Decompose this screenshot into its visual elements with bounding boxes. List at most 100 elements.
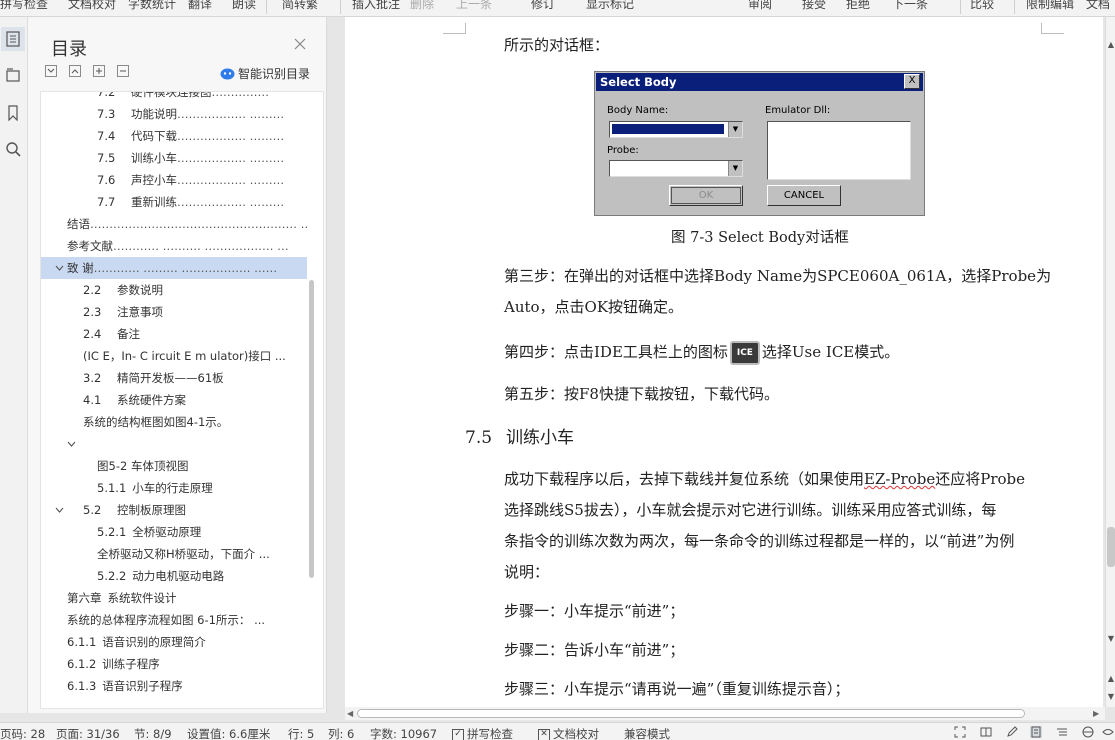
toc-item-number: 2.3 [83, 301, 111, 323]
toc-item[interactable]: (IC E，In- C ircuit E m ulator)接口 ... [41, 345, 307, 367]
chevron-down-icon[interactable] [55, 499, 64, 521]
toc-item-number: 7.7 [97, 191, 125, 213]
toc-item-label: (IC E，In- C ircuit E m ulator)接口 ... [83, 349, 286, 363]
toc-item[interactable]: 6.1.2训练子程序 [41, 653, 307, 675]
scroll-down-icon[interactable]: ▼ [1106, 633, 1115, 645]
ribbon-restrict-edit[interactable]: 限制编辑 [1026, 0, 1074, 12]
status-page[interactable]: 页面: 31/36 [56, 726, 120, 740]
toc-item-label: 训练小车 [131, 151, 177, 165]
status-bar: 页码: 28 页面: 31/36 节: 8/9 设置值: 6.6厘米 行: 5 … [0, 722, 1115, 740]
ribbon-spell-check[interactable]: 拼写检查 [0, 0, 48, 12]
toc-item[interactable]: 5.2控制板原理图 [41, 499, 307, 521]
ribbon-word-count[interactable]: 字数统计 [128, 0, 176, 12]
scroll-right-icon[interactable]: ▶ [1093, 707, 1099, 720]
figure-caption: 图 7-3 Select Body对话框 [671, 226, 849, 247]
toc-item[interactable]: 全桥驱动又称H桥驱动，下面介 ... [41, 543, 307, 565]
toc-item[interactable]: 7.6声控小车……………… ……… [41, 169, 307, 191]
left-nav-bar [0, 17, 28, 713]
page-view-icon[interactable] [1030, 726, 1042, 738]
toc-item[interactable]: 结语……………………………………………… … [41, 213, 307, 235]
toc-item[interactable]: 2.2参数说明 [41, 279, 307, 301]
ribbon-delete[interactable]: 删除 [410, 0, 434, 12]
emulator-dll-list [767, 121, 911, 180]
toc-item[interactable]: 7.5训练小车……………… ……… [41, 147, 307, 169]
toc-item[interactable]: 6.1.1语音识别的原理简介 [41, 631, 307, 653]
web-view-icon[interactable] [1082, 726, 1094, 738]
toc-item[interactable]: 7.7重新训练……………… ……… [41, 191, 307, 213]
toc-item[interactable]: 第六章系统软件设计 [41, 587, 307, 609]
ribbon-show-marks[interactable]: 显示标记 [586, 0, 634, 12]
prev-page-icon[interactable]: ▲ [1106, 673, 1115, 685]
toc-item[interactable]: 5.1.1小车的行走原理 [41, 477, 307, 499]
toc-item[interactable] [41, 433, 307, 455]
ribbon-insert-comment[interactable]: 插入批注 [352, 0, 400, 12]
smart-toc-button[interactable]: 智能识别目录 [220, 65, 310, 82]
toc-item-label: 图5-2 车体顶视图 [97, 459, 188, 473]
status-words[interactable]: 字数: 10967 [370, 726, 437, 740]
step-one: 步骤一：小车提示“前进”； [504, 600, 684, 621]
chevron-down-icon[interactable] [67, 433, 76, 455]
next-page-icon[interactable]: ▼ [1106, 691, 1115, 703]
ribbon-review[interactable]: 审阅 [748, 0, 772, 12]
toc-scrollbar[interactable] [309, 280, 314, 578]
toc-item[interactable]: 5.2.2动力电机驱动电路 [41, 565, 307, 587]
fullscreen-icon[interactable] [954, 726, 966, 738]
scroll-thumb[interactable] [1107, 527, 1115, 567]
ribbon-accept[interactable]: 接受 [802, 0, 826, 12]
expand-up-icon[interactable] [69, 65, 81, 77]
toc-item[interactable]: 系统的结构框图如图4-1示。 [41, 411, 307, 433]
outline-icon[interactable] [1, 63, 25, 87]
toc-item-number: 7.6 [97, 169, 125, 191]
document-page: 所示的对话框： Select Body X Body Name: ▼ Probe… [345, 17, 1103, 707]
close-icon[interactable] [293, 37, 307, 51]
ribbon-compare[interactable]: 比较 [970, 0, 994, 12]
toc-item[interactable]: 图5-2 车体顶视图 [41, 455, 307, 477]
toc-item[interactable]: 2.3注意事项 [41, 301, 307, 323]
ribbon-next[interactable]: 下一条 [892, 0, 928, 12]
vertical-scrollbar[interactable]: ▲ ▼ ▲ ▼ [1105, 17, 1115, 707]
collapse-all-icon[interactable] [45, 65, 57, 77]
ribbon-simp-trad[interactable]: 简转繁 [282, 0, 318, 12]
toc-item[interactable]: 2.4备注 [41, 323, 307, 345]
bookmark-icon[interactable] [1, 101, 25, 125]
toc-item-label: 精简开发板——61板 [117, 371, 224, 385]
status-doc-proof[interactable]: ✕文档校对 [538, 726, 599, 740]
ribbon-doc-proof[interactable]: 文档校对 [68, 0, 116, 12]
ribbon-read-aloud[interactable]: 朗读 [232, 0, 256, 12]
para-line1: 成功下载程序以后，去掉下载线并复位系统（如果使用EZ-Probe还应将Probe [504, 468, 1025, 489]
dialog-close-icon: X [904, 74, 920, 89]
toc-item[interactable]: 6.1.3语音识别子程序 [41, 675, 307, 697]
toc-icon[interactable] [1, 27, 25, 51]
toc-item[interactable]: 7.3功能说明……………… ……… [41, 103, 307, 125]
toc-item[interactable]: 5.2.1全桥驱动原理 [41, 521, 307, 543]
toc-item-number: 6.1.2 [67, 653, 96, 675]
remove-level-icon[interactable] [117, 65, 129, 77]
toc-item-number: 7.3 [97, 103, 125, 125]
status-spell-check[interactable]: ✓拼写检查 [452, 726, 513, 740]
ribbon-doc[interactable]: 文档 [1086, 0, 1110, 12]
read-mode-icon[interactable] [980, 726, 992, 738]
toc-item[interactable]: 7.2硬件模块连接图…………… [41, 91, 307, 103]
ribbon-revise[interactable]: 修订 [531, 0, 555, 12]
toc-item[interactable]: 参考文献………… ………. ……………… … [41, 235, 307, 257]
toc-item-label: 硬件模块连接图 [131, 91, 212, 99]
toc-item[interactable]: 7.4代码下载……………… ……… [41, 125, 307, 147]
eye-protect-icon[interactable] [1102, 726, 1114, 738]
chevron-down-icon[interactable] [55, 257, 64, 279]
toc-item[interactable]: 系统的总体程序流程如图 6-1所示： ... [41, 609, 307, 631]
scroll-left-icon[interactable]: ◀ [347, 707, 353, 720]
scroll-up-icon[interactable]: ▲ [1106, 39, 1115, 51]
search-icon[interactable] [1, 137, 25, 161]
horizontal-scrollbar[interactable]: ◀ ▶ [345, 707, 1105, 720]
add-level-icon[interactable] [93, 65, 105, 77]
ribbon-previous[interactable]: 上一条 [456, 0, 492, 12]
toc-item[interactable]: 3.2精简开发板——61板 [41, 367, 307, 389]
ribbon-reject[interactable]: 拒绝 [846, 0, 870, 12]
h-scroll-thumb[interactable] [357, 709, 1025, 718]
toc-item[interactable]: 致 谢………… ……… ……………… …… [41, 257, 307, 279]
edit-icon[interactable] [1006, 726, 1018, 738]
outline-view-icon[interactable] [1056, 726, 1068, 738]
toc-item[interactable]: 4.1系统硬件方案 [41, 389, 307, 411]
status-page-number[interactable]: 页码: 28 [0, 726, 45, 740]
ribbon-translate[interactable]: 翻译 [188, 0, 212, 12]
